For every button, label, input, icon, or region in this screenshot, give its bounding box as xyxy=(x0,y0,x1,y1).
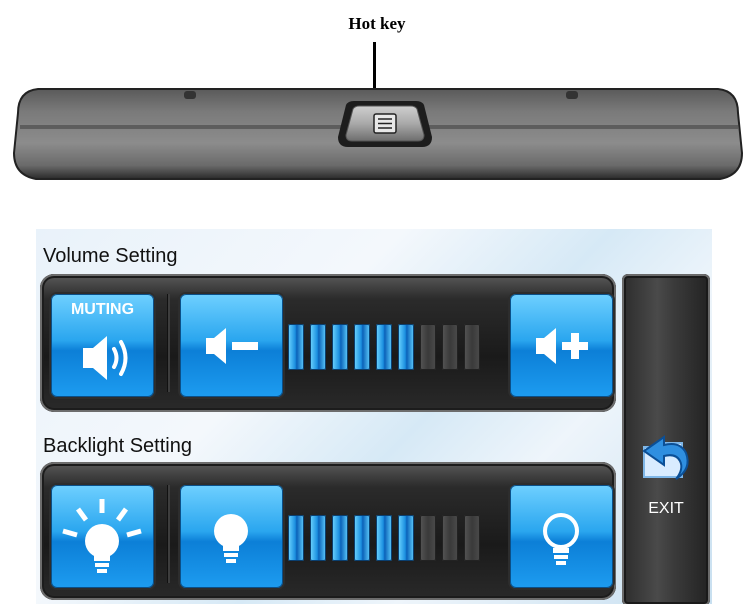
backlight-section-title: Backlight Setting xyxy=(43,435,192,457)
level-segment-on xyxy=(288,324,304,370)
backlight-down-button[interactable] xyxy=(180,485,283,588)
volume-down-button[interactable] xyxy=(180,294,283,397)
level-segment-on xyxy=(376,515,392,561)
hotkey-caption: Hot key xyxy=(348,14,406,33)
level-segment-on xyxy=(332,324,348,370)
exit-arrow-icon xyxy=(642,435,689,480)
level-segment-on xyxy=(398,515,414,561)
level-segment-on xyxy=(310,515,326,561)
level-segment-on xyxy=(288,515,304,561)
exit-label: EXIT xyxy=(648,500,684,517)
level-segment-off xyxy=(442,515,458,561)
backlight-divider xyxy=(167,485,170,583)
mute-button[interactable]: MUTING xyxy=(51,294,154,397)
settings-screen: Volume Setting MUTING Backlight Setting … xyxy=(36,229,712,604)
menu-icon xyxy=(373,113,397,134)
bulb-icon xyxy=(214,514,248,563)
backlight-max-button[interactable] xyxy=(51,485,154,588)
device-top-view xyxy=(8,83,748,186)
volume-divider xyxy=(167,294,170,392)
volume-panel: MUTING xyxy=(40,274,616,412)
level-segment-on xyxy=(354,324,370,370)
bulb-outline-icon xyxy=(543,513,579,565)
level-segment-off xyxy=(420,324,436,370)
hotkey-button[interactable] xyxy=(338,101,432,147)
backlight-panel xyxy=(40,462,616,600)
level-segment-on xyxy=(354,515,370,561)
speaker-icon xyxy=(83,336,128,380)
level-segment-off xyxy=(442,324,458,370)
level-segment-on xyxy=(376,324,392,370)
level-segment-off xyxy=(464,515,480,561)
exit-button[interactable]: EXIT xyxy=(622,274,710,604)
volume-section-title: Volume Setting xyxy=(43,245,178,267)
level-segment-on xyxy=(310,324,326,370)
backlight-up-button[interactable] xyxy=(510,485,613,588)
level-segment-off xyxy=(420,515,436,561)
bright-bulb-icon xyxy=(62,499,142,573)
level-segment-off xyxy=(464,324,480,370)
level-segment-on xyxy=(332,515,348,561)
level-segment-on xyxy=(398,324,414,370)
volume-up-icon xyxy=(536,328,588,364)
volume-down-icon xyxy=(206,328,258,364)
volume-up-button[interactable] xyxy=(510,294,613,397)
